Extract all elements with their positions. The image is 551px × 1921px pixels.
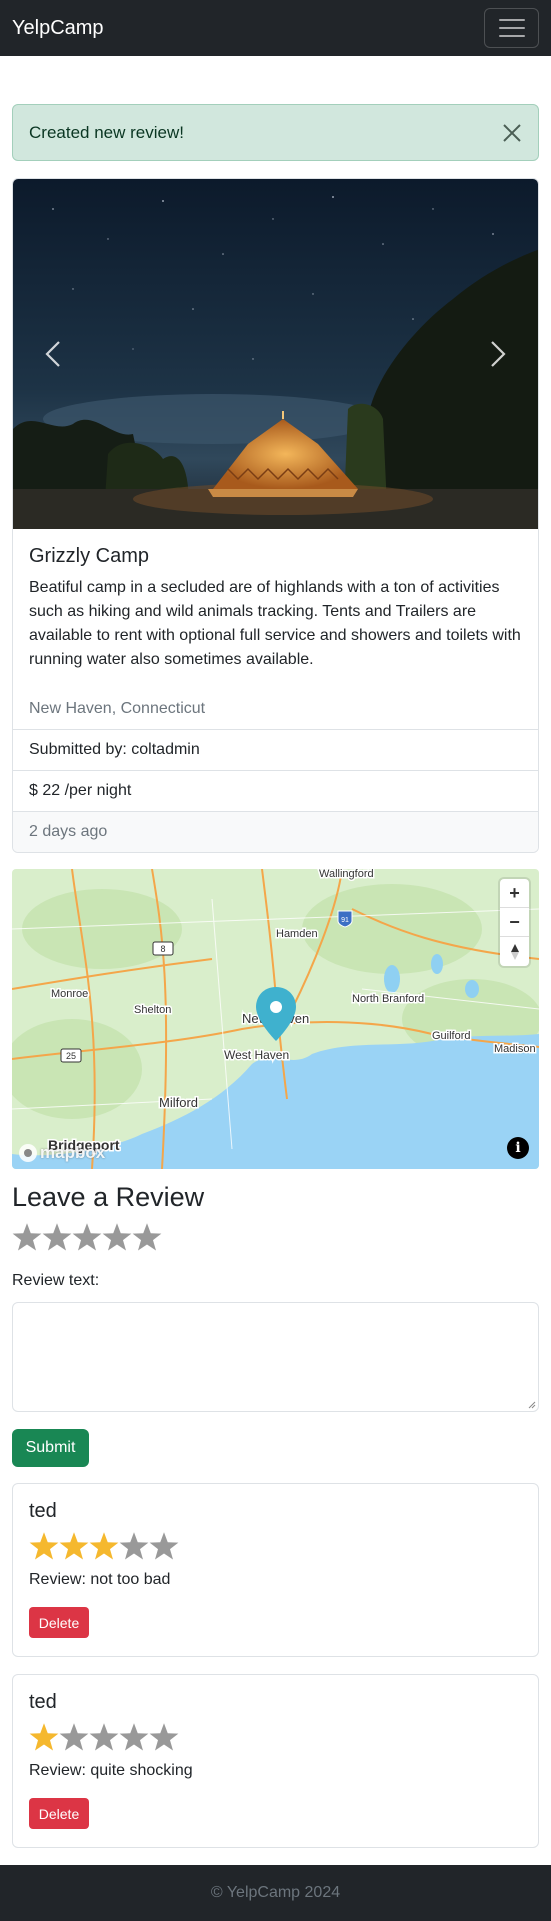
review-author: ted <box>29 1691 57 1713</box>
campground-title: Grizzly Camp <box>29 545 150 567</box>
campground-card: Grizzly Camp Beatiful camp in a secluded… <box>12 178 539 853</box>
star-empty-icon <box>59 1723 89 1751</box>
rating-input[interactable] <box>12 1222 162 1252</box>
map-route-8: 8 <box>160 944 165 954</box>
map-nav-control: + − <box>500 879 529 966</box>
footer-text: © YelpCamp 2024 <box>210 1884 341 1901</box>
mapbox-logo-text: mapbox <box>40 1143 106 1162</box>
map-label-madison: Madison <box>494 1043 536 1055</box>
map-canvas[interactable]: Wallingford Hamden Monroe Shelton New Ha… <box>12 869 539 1169</box>
star-empty-icon <box>119 1532 149 1560</box>
compass-icon <box>510 943 519 960</box>
star-2-icon[interactable] <box>42 1222 72 1252</box>
star-filled-icon <box>29 1723 59 1751</box>
campground-map[interactable]: Wallingford Hamden Monroe Shelton New Ha… <box>12 869 539 1169</box>
star-4-icon[interactable] <box>102 1222 132 1252</box>
hamburger-icon <box>498 19 525 21</box>
star-empty-icon <box>119 1723 149 1751</box>
navbar-toggle-button[interactable] <box>484 8 539 48</box>
review-card: ted Review: quite shocking Delete <box>12 1674 539 1848</box>
map-label-west-haven: West Haven <box>224 1048 289 1062</box>
campground-posted-time: 2 days ago <box>13 811 538 852</box>
map-attribution-button[interactable]: i <box>507 1137 529 1159</box>
map-label-guilford: Guilford <box>432 1030 471 1042</box>
alert-message: Created new review! <box>29 122 184 142</box>
star-empty-icon <box>149 1723 179 1751</box>
campground-image <box>13 179 538 529</box>
resize-grip-icon[interactable] <box>526 1399 536 1409</box>
campground-location: New Haven, Connecticut <box>29 699 206 717</box>
map-route-25: 25 <box>66 1051 76 1061</box>
mapbox-logo-icon <box>19 1144 37 1162</box>
map-label-north-branford: North Branford <box>352 993 424 1005</box>
compass-button[interactable] <box>500 937 529 966</box>
campground-description: Beatiful camp in a secluded are of highl… <box>29 579 521 668</box>
map-label-monroe: Monroe <box>51 988 88 1000</box>
star-empty-icon <box>89 1723 119 1751</box>
map-label-milford: Milford <box>159 1095 198 1110</box>
page-footer: © YelpCamp 2024 <box>0 1865 551 1921</box>
star-filled-icon <box>89 1532 119 1560</box>
submit-review-button[interactable]: Submit <box>12 1429 89 1467</box>
delete-review-button[interactable]: Delete <box>29 1607 89 1638</box>
mapbox-logo[interactable]: mapbox <box>18 1143 105 1163</box>
carousel-prev-icon[interactable] <box>33 334 73 374</box>
review-author: ted <box>29 1500 57 1522</box>
campground-author: Submitted by: coltadmin <box>13 729 538 770</box>
review-card: ted Review: not too bad Delete <box>12 1483 539 1657</box>
image-carousel <box>13 179 538 529</box>
star-3-icon[interactable] <box>72 1222 102 1252</box>
map-label-hamden: Hamden <box>276 928 318 940</box>
delete-review-button[interactable]: Delete <box>29 1798 89 1829</box>
review-text: Review: not too bad <box>29 1571 171 1588</box>
review-text: Review: quite shocking <box>29 1762 193 1779</box>
navbar: YelpCamp <box>0 0 551 56</box>
zoom-out-button[interactable]: − <box>500 908 529 937</box>
star-5-icon[interactable] <box>132 1222 162 1252</box>
carousel-next-icon[interactable] <box>478 334 518 374</box>
star-1-icon[interactable] <box>12 1222 42 1252</box>
map-route-91: 91 <box>341 917 349 924</box>
campground-body: Grizzly Camp Beatiful camp in a secluded… <box>13 529 538 688</box>
star-filled-icon <box>29 1532 59 1560</box>
zoom-in-button[interactable]: + <box>500 879 529 908</box>
review-textarea[interactable] <box>12 1302 539 1412</box>
map-label-shelton: Shelton <box>134 1004 171 1016</box>
campground-price: $ 22 /per night <box>13 770 538 811</box>
brand-link[interactable]: YelpCamp <box>12 17 104 40</box>
star-filled-icon <box>59 1532 89 1560</box>
review-rating <box>29 1531 522 1561</box>
map-label-wallingford: Wallingford <box>319 869 374 880</box>
success-alert: Created new review! <box>12 104 539 161</box>
star-empty-icon <box>149 1532 179 1560</box>
close-icon[interactable] <box>500 121 524 145</box>
review-form-heading: Leave a Review <box>12 1182 205 1212</box>
review-text-label: Review text: <box>12 1272 100 1289</box>
review-rating <box>29 1722 522 1752</box>
